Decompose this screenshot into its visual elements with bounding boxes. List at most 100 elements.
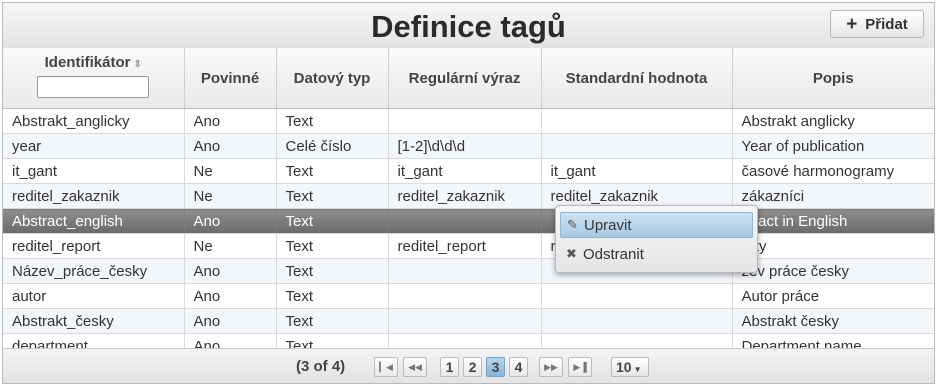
next-page-icon: ▶▶ [544,362,558,372]
cell-required: Ano [184,208,277,234]
column-header-default-value: Standardní hodnota [541,48,733,109]
cell-default-value [541,108,733,134]
page-info: (3 of 4) [296,358,346,375]
cell-description: orty [732,233,934,259]
cell-identifier: Abstrakt_anglicky [3,108,185,134]
cell-default-value [541,133,733,159]
prev-page-button[interactable]: ◀◀ [403,357,427,377]
table-row[interactable]: it_gant Ne Text it_gant it_gant časové h… [3,158,934,184]
context-menu-edit-label: Upravit [584,216,632,234]
column-header-regex: Regulární výraz [388,48,542,109]
context-menu-edit[interactable]: ✎ Upravit [560,212,753,238]
page-button[interactable]: 2 [463,357,482,377]
prev-page-icon: ◀◀ [408,362,422,372]
cell-description: Year of publication [732,133,934,159]
cell-description: stract in English [732,208,934,234]
cell-data-type: Text [276,158,389,184]
cell-identifier: reditel_zakaznik [3,183,185,209]
paginator: (3 of 4) ▎◀ ◀◀ 1 2 3 4 ▶▶ ▶▐ 10 ▼ [3,348,934,383]
cell-identifier: year [3,133,185,159]
table-row[interactable]: reditel_report Ne Text reditel_report r … [3,233,934,259]
cell-description: zákazníci [732,183,934,209]
cell-identifier: it_gant [3,158,185,184]
table-row[interactable]: year Ano Celé číslo [1-2]\d\d\d Year of … [3,133,934,159]
cell-description: Abstrakt anglicky [732,108,934,134]
page-button[interactable]: 4 [509,357,528,377]
table-header-row: Identifikátor ⇕ Povinné Datový typ Regulá… [3,48,934,109]
rows-per-page-select[interactable]: 10 ▼ [611,357,649,377]
tags-table: Identifikátor ⇕ Povinné Datový typ Regulá… [3,48,934,359]
first-page-button[interactable]: ▎◀ [374,357,398,377]
cell-required: Ano [184,283,277,309]
plus-icon: + [846,13,858,35]
first-page-icon: ▎◀ [379,362,393,372]
page-button-current[interactable]: 3 [486,357,505,377]
cell-regex [388,308,542,334]
table-row-selected[interactable]: Abstract_english Ano Text stract in Engl… [3,208,934,234]
table-row[interactable]: autor Ano Text Autor práce [3,283,934,309]
cell-required: Ano [184,258,277,284]
edit-icon: ✎ [567,217,578,232]
table-row[interactable]: Abstrakt_česky Ano Text Abstrakt česky [3,308,934,334]
cell-data-type: Text [276,183,389,209]
cell-regex [388,283,542,309]
column-header-required: Povinné [184,48,277,109]
context-menu: ✎ Upravit ✖ Odstranit [555,205,758,273]
cell-data-type: Celé číslo [276,133,389,159]
cell-data-type: Text [276,108,389,134]
cell-default-value [541,283,733,309]
context-menu-delete-label: Odstranit [583,245,644,263]
cell-regex: reditel_zakaznik [388,183,542,209]
cell-regex [388,258,542,284]
cell-required: Ne [184,233,277,259]
column-header-identifier[interactable]: Identifikátor ⇕ [3,48,185,109]
cell-identifier: Abstract_english [3,208,185,234]
cell-identifier: Název_práce_česky [3,258,185,284]
last-page-icon: ▶▐ [573,362,587,372]
cell-data-type: Text [276,308,389,334]
cell-default-value: it_gant [541,158,733,184]
cell-required: Ano [184,108,277,134]
cell-data-type: Text [276,233,389,259]
cell-identifier: reditel_report [3,233,185,259]
table-row[interactable]: Abstrakt_anglicky Ano Text Abstrakt angl… [3,108,934,134]
sort-icon[interactable]: ⇕ [133,59,141,70]
page-button[interactable]: 1 [440,357,459,377]
identifier-filter-input[interactable] [37,76,150,98]
close-icon: ✖ [566,246,577,261]
cell-data-type: Text [276,283,389,309]
cell-required: Ano [184,308,277,334]
table-row[interactable]: reditel_zakaznik Ne Text reditel_zakazni… [3,183,934,209]
tag-definitions-panel: Definice tagů + Přidat Identifikátor ⇕ Po… [2,2,935,384]
cell-default-value [541,308,733,334]
cell-required: Ne [184,183,277,209]
cell-identifier: autor [3,283,185,309]
chevron-down-icon: ▼ [633,365,642,374]
cell-description: časové harmonogramy [732,158,934,184]
add-button-label: Přidat [865,15,908,33]
last-page-button[interactable]: ▶▐ [568,357,592,377]
cell-identifier: Abstrakt_česky [3,308,185,334]
column-header-data-type: Datový typ [276,48,389,109]
column-header-description: Popis [732,48,934,109]
cell-required: Ne [184,158,277,184]
cell-data-type: Text [276,258,389,284]
cell-regex: it_gant [388,158,542,184]
cell-description: Abstrakt česky [732,308,934,334]
header-bar: Definice tagů + Přidat [3,3,934,49]
cell-description: Autor práce [732,283,934,309]
cell-regex [388,108,542,134]
cell-regex [388,208,542,234]
cell-regex: [1-2]\d\d\d [388,133,542,159]
column-header-label: Identifikátor [44,54,131,71]
next-page-button[interactable]: ▶▶ [539,357,563,377]
table-row[interactable]: Název_práce_česky Ano Text zev práce čes… [3,258,934,284]
rows-per-page-value: 10 [616,359,632,375]
page-title: Definice tagů [371,9,566,44]
cell-required: Ano [184,133,277,159]
add-button[interactable]: + Přidat [830,10,924,38]
cell-data-type: Text [276,208,389,234]
cell-description: zev práce česky [732,258,934,284]
cell-regex: reditel_report [388,233,542,259]
context-menu-delete[interactable]: ✖ Odstranit [560,241,753,267]
